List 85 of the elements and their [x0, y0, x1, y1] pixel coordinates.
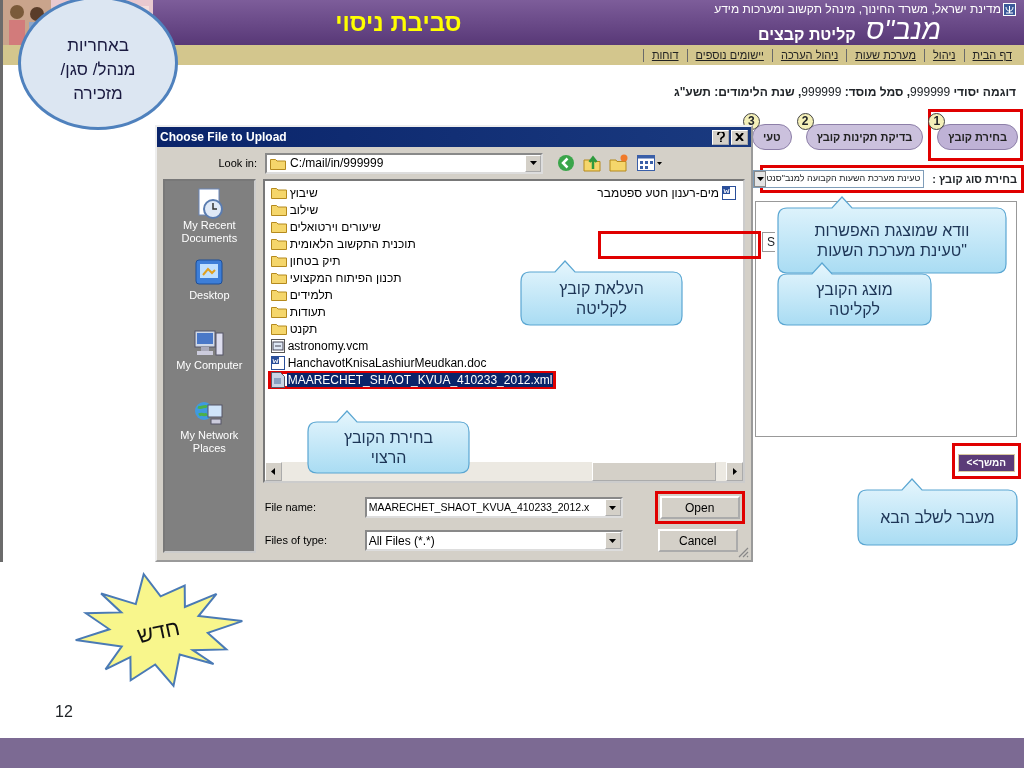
view-menu-icon[interactable] — [637, 154, 663, 172]
look-in-dropdown[interactable]: C:/mail/in/999999 — [265, 152, 543, 174]
folder-icon — [270, 220, 287, 233]
file-item[interactable]: תכנון הפיתוח המקצועי — [267, 268, 406, 287]
place-shortcut[interactable]: Desktop — [165, 257, 254, 319]
left-arrow-icon — [271, 468, 276, 475]
folder-icon — [270, 186, 287, 199]
field-label: Look in: — [217, 155, 257, 171]
file-item[interactable]: תקנט — [267, 319, 322, 338]
calendar-file-icon — [270, 338, 285, 353]
place-shortcut[interactable]: My Network Places — [165, 397, 254, 459]
file-item[interactable]: שיעורים וירטואלים — [267, 217, 385, 236]
dropdown-arrow-icon — [529, 161, 537, 165]
file-item[interactable]: astronomy.vcm — [267, 336, 373, 355]
slide-number: 12 — [55, 702, 74, 722]
file-name-field[interactable]: MAARECHET_SHAOT_KVUA_410233_2012.x — [364, 497, 623, 518]
folder-icon — [270, 271, 287, 284]
dropdown-arrow-icon — [756, 177, 764, 181]
callout: בחירת הקובץ הרצוי — [307, 410, 470, 474]
close-button[interactable] — [731, 129, 748, 145]
resize-grip-icon — [737, 546, 749, 558]
file-item[interactable]: מים-רענון חטע ספטמבר — [593, 183, 739, 202]
right-arrow-icon — [732, 468, 737, 475]
open-button[interactable]: Open — [659, 496, 740, 519]
computer-icon — [193, 327, 226, 359]
file-item[interactable]: תלמידים — [267, 285, 337, 304]
folder-icon — [270, 254, 287, 267]
nav-link[interactable]: מערכת שעות — [846, 48, 924, 62]
callout: וודא שמוצגת האפשרות "טעינת מערכת השעות — [777, 196, 1007, 274]
nav-link[interactable]: ניהול הערכה — [771, 48, 847, 62]
field-label: Files of type: — [263, 533, 329, 549]
step-tab[interactable]: טעי — [751, 124, 792, 150]
file-icon — [270, 371, 285, 388]
nav-link[interactable]: דף הבית — [963, 48, 1020, 62]
file-item[interactable]: תוכנית התקשוב הלאומית — [267, 234, 420, 253]
page-title: קליטת קבצים — [757, 26, 856, 44]
file-input-field[interactable]: S — [762, 232, 775, 252]
folder-icon — [270, 203, 287, 216]
callout: העלאת קובץ לקליטה — [520, 260, 683, 326]
scrollbar-thumb[interactable] — [591, 462, 716, 481]
place-shortcut[interactable]: My Computer — [165, 327, 254, 389]
file-type-select[interactable]: טעינת מערכת השעות הקבועה למנב"סנט — [753, 170, 925, 188]
place-shortcut[interactable]: My Recent Documents — [165, 187, 254, 249]
file-item[interactable]: שילוב — [267, 200, 323, 219]
file-item[interactable]: תעודות — [267, 302, 330, 321]
step-tab[interactable]: בדיקת תקינות קובץ — [805, 124, 924, 150]
step-number: 2 — [796, 113, 814, 130]
folder-icon — [270, 322, 287, 335]
folder-icon — [270, 288, 287, 301]
file-item[interactable]: HanchavotKnisaLashiurMeudkan.doc — [267, 353, 491, 372]
nav-link[interactable]: ניהול — [923, 48, 964, 62]
dropdown-arrow-icon — [609, 538, 617, 543]
scroll-left-button[interactable] — [264, 462, 282, 481]
dropdown-arrow-icon — [609, 505, 617, 510]
field-label: File name: — [263, 500, 318, 516]
back-icon[interactable] — [557, 154, 575, 172]
dialog-title: Choose File to Upload — [160, 129, 288, 146]
file-item[interactable]: שיבוץ — [267, 183, 322, 202]
help-icon — [716, 132, 725, 142]
nav-link[interactable]: דוחות — [642, 48, 687, 62]
site-title: סביבת ניסוי — [335, 10, 462, 35]
step-tab[interactable]: בחירת קובץ — [937, 124, 1018, 150]
file-item[interactable]: תיק בטחון — [267, 251, 345, 270]
logo: מנב"ס — [865, 16, 941, 44]
next-button[interactable]: המשך>> — [957, 454, 1015, 472]
up-folder-icon[interactable] — [583, 154, 601, 172]
document-icon — [722, 185, 736, 200]
ministry-text: מדינת ישראל, משרד החינוך, מינהל תקשוב ומערכות מידע — [714, 2, 1001, 16]
emblem-icon — [1003, 2, 1016, 16]
note-bubble: באחריות מנהל/ סגן/ מזכירה — [18, 0, 178, 130]
callout: מוצג הקובץ לקליטה — [777, 262, 932, 326]
file-item[interactable]: MAARECHET_SHAOT_KVUA_410233_2012.xml — [267, 370, 557, 389]
field-label: בחירת סוג קובץ : — [932, 171, 1017, 187]
folder-icon — [270, 237, 287, 250]
scroll-right-button[interactable] — [726, 462, 743, 481]
nav-link[interactable]: יישומים נוספים — [686, 48, 772, 62]
help-button[interactable] — [712, 129, 729, 145]
close-icon — [735, 133, 744, 141]
folder-icon — [270, 156, 286, 170]
document-icon — [270, 355, 285, 370]
callout: מעבר לשלב הבא — [857, 478, 1018, 546]
step-number: 1 — [928, 113, 946, 130]
file-type-dropdown[interactable]: All Files (*.*) — [364, 530, 623, 551]
cancel-button[interactable]: Cancel — [657, 529, 738, 552]
folder-icon — [270, 305, 287, 318]
